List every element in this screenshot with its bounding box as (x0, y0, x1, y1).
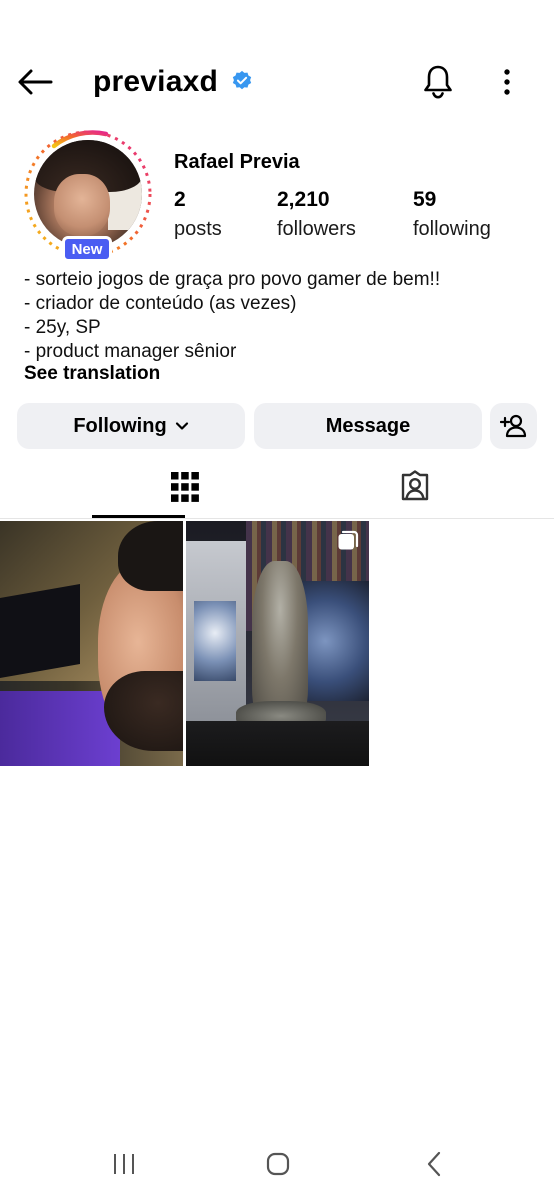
message-button-label: Message (325, 414, 411, 437)
followers-stat[interactable]: 2,210 followers (277, 188, 356, 242)
profile-bio: - sorteio jogos de graça pro povo gamer … (24, 268, 440, 364)
notifications-button[interactable] (418, 60, 458, 104)
tab-grid[interactable] (93, 455, 277, 519)
following-count: 59 (413, 188, 437, 211)
see-translation-link[interactable]: See translation (24, 362, 160, 386)
home-button[interactable] (254, 1140, 302, 1188)
back-button[interactable] (14, 62, 56, 102)
chevron-down-icon (175, 421, 189, 431)
bell-icon (424, 65, 452, 99)
tab-divider (0, 518, 554, 519)
more-options-button[interactable] (490, 60, 524, 104)
bio-line: - product manager sênior (24, 341, 237, 362)
system-back-button[interactable] (410, 1140, 458, 1188)
tab-tagged[interactable] (323, 455, 507, 519)
followers-count: 2,210 (277, 188, 330, 211)
post-thumbnail[interactable] (0, 521, 183, 766)
recents-icon (114, 1154, 134, 1174)
new-story-badge: New (62, 236, 112, 262)
recents-button[interactable] (100, 1140, 148, 1188)
grid-icon (171, 472, 199, 502)
verified-badge-icon (232, 70, 252, 90)
following-stat[interactable]: 59 following (413, 188, 491, 242)
bio-line: - 25y, SP (24, 317, 101, 338)
more-vertical-icon (504, 69, 510, 95)
suggested-people-button[interactable] (490, 403, 537, 449)
posts-label: posts (174, 218, 222, 240)
tagged-person-icon (401, 470, 429, 501)
posts-count: 2 (174, 188, 186, 211)
posts-stat: 2 posts (174, 188, 222, 242)
message-button[interactable]: Message (254, 403, 482, 449)
back-icon (427, 1151, 441, 1177)
add-person-icon (499, 414, 526, 438)
home-icon (266, 1152, 290, 1176)
back-arrow-icon (18, 69, 53, 95)
bio-line: - criador de conteúdo (as vezes) (24, 293, 297, 314)
following-button[interactable]: Following (17, 403, 245, 449)
following-label: following (413, 218, 491, 240)
followers-label: followers (277, 218, 356, 240)
avatar-photo (34, 140, 142, 248)
profile-full-name: Rafael Previa (174, 151, 300, 173)
profile-username[interactable]: previaxd (93, 62, 218, 102)
carousel-icon (338, 530, 359, 550)
post-thumbnail[interactable] (186, 521, 369, 766)
bio-line: - sorteio jogos de graça pro povo gamer … (24, 269, 441, 290)
following-button-label: Following (73, 414, 167, 437)
